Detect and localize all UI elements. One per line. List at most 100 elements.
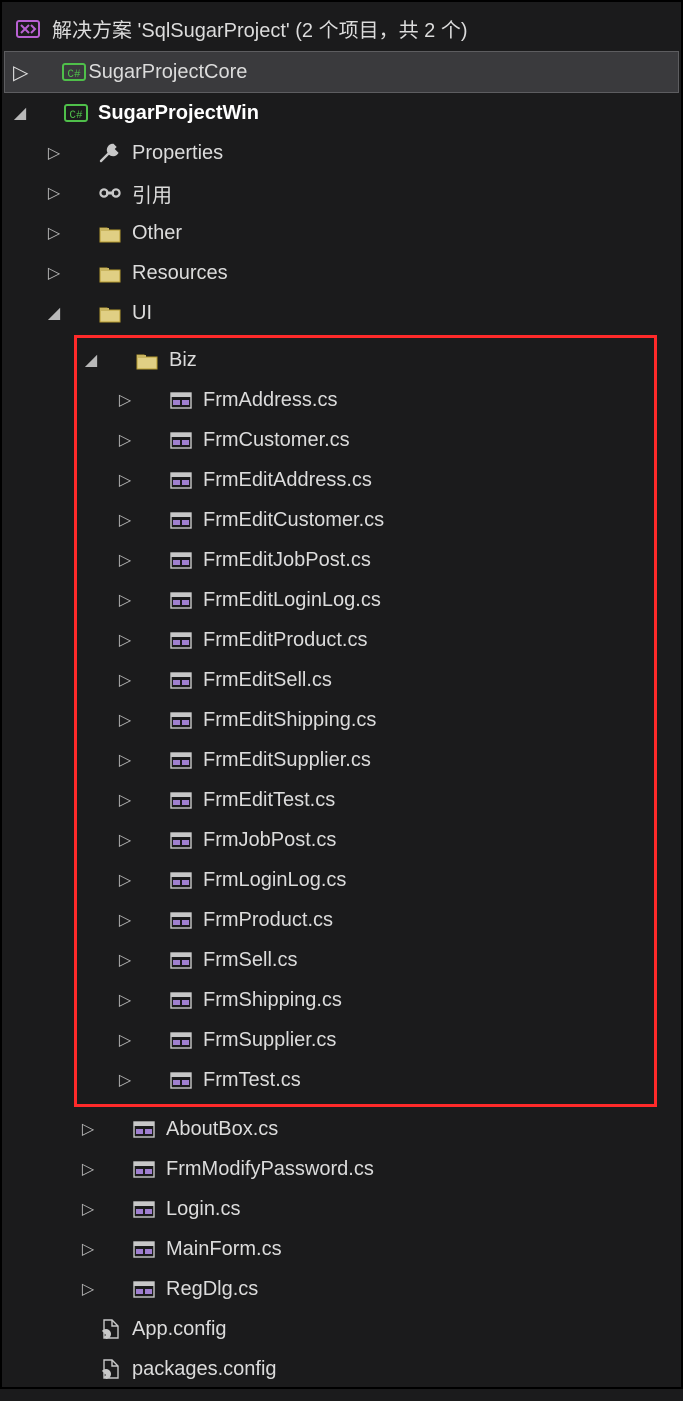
caret-right-icon[interactable]: ▷	[78, 1279, 98, 1299]
caret-right-icon[interactable]: ▷	[115, 670, 135, 690]
caret-right-icon[interactable]: ▷	[115, 710, 135, 730]
caret-down-icon[interactable]: ◢	[44, 303, 64, 323]
reference-icon	[98, 182, 124, 204]
solution-row[interactable]: 解决方案 'SqlSugarProject' (2 个项目，共 2 个)	[2, 10, 681, 51]
caret-right-icon[interactable]: ▷	[115, 910, 135, 930]
caret-right-icon[interactable]: ▷	[115, 870, 135, 890]
caret-down-icon[interactable]: ◢	[10, 103, 30, 123]
form-row[interactable]: ▷ FrmSell.cs	[77, 940, 654, 980]
form-row[interactable]: ▷ MainForm.cs	[2, 1229, 681, 1269]
caret-right-icon[interactable]: ▷	[115, 1070, 135, 1090]
form-icon	[132, 1118, 158, 1140]
config-icon	[98, 1358, 124, 1380]
form-row[interactable]: ▷ FrmEditShipping.cs	[77, 700, 654, 740]
folder-icon	[135, 349, 161, 371]
caret-right-icon[interactable]: ▷	[44, 223, 64, 243]
form-row[interactable]: ▷ FrmProduct.cs	[77, 900, 654, 940]
form-row[interactable]: ▷ FrmEditSell.cs	[77, 660, 654, 700]
caret-down-icon[interactable]: ◢	[81, 350, 101, 370]
caret-right-icon[interactable]: ▷	[13, 60, 28, 85]
form-row[interactable]: ▷ FrmModifyPassword.cs	[2, 1149, 681, 1189]
file-label: FrmSell.cs	[203, 949, 297, 972]
project-row-sugarprojectwin[interactable]: ◢ SugarProjectWin	[2, 93, 681, 133]
solution-title: 解决方案 'SqlSugarProject' (2 个项目，共 2 个)	[52, 14, 468, 43]
form-row[interactable]: ▷ FrmTest.cs	[77, 1060, 654, 1100]
form-row[interactable]: ▷ RegDlg.cs	[2, 1269, 681, 1309]
file-label: FrmEditProduct.cs	[203, 629, 367, 652]
caret-right-icon[interactable]: ▷	[115, 590, 135, 610]
form-row[interactable]: ▷ FrmEditProduct.cs	[77, 620, 654, 660]
folder-icon	[98, 222, 124, 244]
tree-row[interactable]: ▷Resources	[2, 253, 681, 293]
caret-right-icon[interactable]: ▷	[44, 183, 64, 203]
folder-icon	[98, 302, 124, 324]
form-row[interactable]: ▷ FrmEditJobPost.cs	[77, 540, 654, 580]
form-icon	[169, 829, 195, 851]
file-label: FrmEditTest.cs	[203, 789, 335, 812]
solution-explorer: 解决方案 'SqlSugarProject' (2 个项目，共 2 个) ▷ S…	[2, 2, 681, 1401]
file-label: FrmEditJobPost.cs	[203, 549, 371, 572]
caret-right-icon[interactable]: ▷	[115, 630, 135, 650]
caret-right-icon[interactable]: ▷	[115, 1030, 135, 1050]
form-row[interactable]: ▷ FrmShipping.cs	[77, 980, 654, 1020]
tree-row[interactable]: ▷Other	[2, 213, 681, 253]
tree-label: Properties	[132, 142, 223, 165]
folder-row-biz[interactable]: ◢ Biz	[77, 340, 654, 380]
caret-right-icon[interactable]: ▷	[115, 990, 135, 1010]
caret-right-icon[interactable]: ▷	[115, 830, 135, 850]
config-row[interactable]: App.config	[2, 1309, 681, 1349]
file-label: packages.config	[132, 1358, 277, 1381]
form-row[interactable]: ▷ FrmEditTest.cs	[77, 780, 654, 820]
form-row[interactable]: ▷ FrmJobPost.cs	[77, 820, 654, 860]
form-icon	[169, 429, 195, 451]
form-row[interactable]: ▷AboutBox.cs	[2, 1109, 681, 1149]
biz-highlight-box: ◢ Biz ▷FrmAddress.cs▷FrmCustomer.cs▷FrmE…	[74, 335, 657, 1107]
file-label: FrmModifyPassword.cs	[166, 1158, 374, 1181]
file-label: FrmTest.cs	[203, 1069, 301, 1092]
file-label: Login.cs	[166, 1198, 241, 1221]
form-icon	[169, 949, 195, 971]
caret-right-icon[interactable]: ▷	[78, 1199, 98, 1219]
file-label: FrmProduct.cs	[203, 909, 333, 932]
tree-row[interactable]: ▷ 引用	[2, 173, 681, 213]
file-label: FrmJobPost.cs	[203, 829, 336, 852]
file-label: MainForm.cs	[166, 1238, 282, 1261]
caret-right-icon[interactable]: ▷	[115, 510, 135, 530]
form-row[interactable]: ▷FrmCustomer.cs	[77, 420, 654, 460]
form-row[interactable]: ▷ Login.cs	[2, 1189, 681, 1229]
caret-right-icon[interactable]: ▷	[115, 430, 135, 450]
caret-right-icon[interactable]: ▷	[44, 143, 64, 163]
folder-label: Biz	[169, 349, 197, 372]
config-row[interactable]: packages.config	[2, 1349, 681, 1389]
file-label: FrmEditLoginLog.cs	[203, 589, 381, 612]
form-row[interactable]: ▷FrmLoginLog.cs	[77, 860, 654, 900]
caret-right-icon[interactable]: ▷	[115, 790, 135, 810]
form-row[interactable]: ▷ FrmEditLoginLog.cs	[77, 580, 654, 620]
form-row[interactable]: ▷FrmSupplier.cs	[77, 1020, 654, 1060]
caret-right-icon[interactable]: ▷	[115, 550, 135, 570]
caret-right-icon[interactable]: ▷	[115, 470, 135, 490]
tree-label: 引用	[132, 179, 172, 208]
file-label: FrmEditSell.cs	[203, 669, 332, 692]
form-icon	[169, 1029, 195, 1051]
form-row[interactable]: ▷ FrmEditCustomer.cs	[77, 500, 654, 540]
form-row[interactable]: ▷FrmEditAddress.cs	[77, 460, 654, 500]
file-label: FrmEditShipping.cs	[203, 709, 376, 732]
project-label: SugarProjectCore	[88, 61, 247, 84]
caret-right-icon[interactable]: ▷	[115, 950, 135, 970]
caret-right-icon[interactable]: ▷	[115, 390, 135, 410]
form-row[interactable]: ▷FrmEditSupplier.cs	[77, 740, 654, 780]
caret-right-icon[interactable]: ▷	[44, 263, 64, 283]
tree-row[interactable]: ◢UI	[2, 293, 681, 333]
caret-right-icon[interactable]: ▷	[115, 750, 135, 770]
file-label: RegDlg.cs	[166, 1278, 258, 1301]
form-row[interactable]: ▷FrmAddress.cs	[77, 380, 654, 420]
tree-row[interactable]: ▷ Properties	[2, 133, 681, 173]
caret-right-icon[interactable]: ▷	[78, 1119, 98, 1139]
project-row-sugarprojectcore[interactable]: ▷ SugarProjectCore	[4, 51, 679, 93]
file-label: FrmEditCustomer.cs	[203, 509, 384, 532]
file-label: FrmShipping.cs	[203, 989, 342, 1012]
caret-right-icon[interactable]: ▷	[78, 1239, 98, 1259]
csproj-icon	[64, 102, 90, 124]
caret-right-icon[interactable]: ▷	[78, 1159, 98, 1179]
